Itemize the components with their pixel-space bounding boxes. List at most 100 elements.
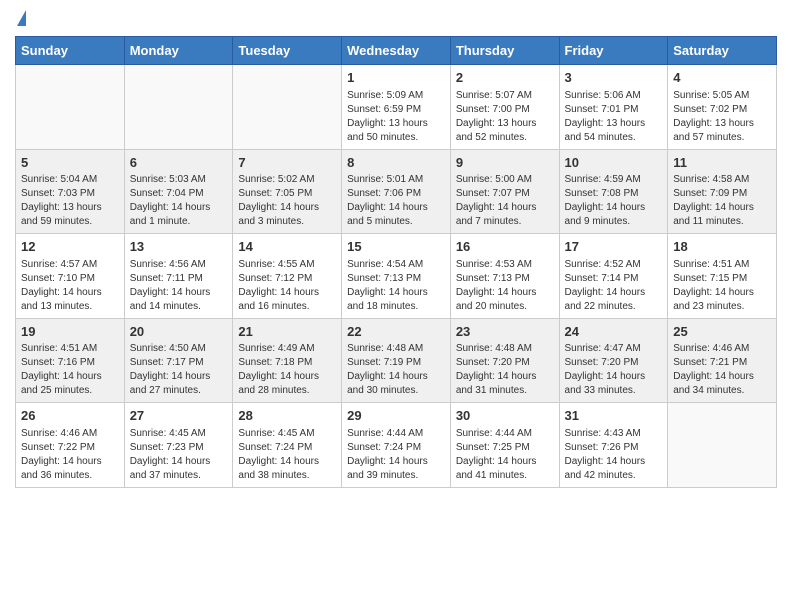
calendar-cell: 7Sunrise: 5:02 AM Sunset: 7:05 PM Daylig… bbox=[233, 149, 342, 234]
calendar-table: SundayMondayTuesdayWednesdayThursdayFrid… bbox=[15, 36, 777, 488]
calendar-cell: 14 Sunrise: 4:55 AM Sunset: 7:12 PM Dayli… bbox=[233, 234, 342, 319]
logo bbox=[15, 10, 26, 28]
calendar-cell: 28 Sunrise: 4:45 AM Sunset: 7:24 PM Dayli… bbox=[233, 403, 342, 488]
logo-triangle-icon bbox=[17, 10, 26, 26]
calendar-cell: 10Sunrise: 4:59 AM Sunset: 7:08 PM Dayli… bbox=[559, 149, 668, 234]
logo-line bbox=[15, 10, 26, 28]
day-number: 31 bbox=[565, 407, 663, 425]
day-number: 17 bbox=[565, 238, 663, 256]
day-number: 27 bbox=[130, 407, 228, 425]
day-info: Sunrise: 4:45 AM Sunset: 7:23 PM Dayligh… bbox=[130, 427, 228, 483]
calendar-cell: 16 Sunrise: 4:53 AM Sunset: 7:13 PM Dayli… bbox=[450, 234, 559, 319]
day-info: Sunrise: 4:44 AM Sunset: 7:24 PM Dayligh… bbox=[347, 427, 445, 483]
day-info: Sunrise: 5:02 AM Sunset: 7:05 PM Dayligh… bbox=[238, 173, 336, 229]
calendar-cell: 15 Sunrise: 4:54 AM Sunset: 7:13 PM Dayli… bbox=[342, 234, 451, 319]
day-info: Sunrise: 4:54 AM Sunset: 7:13 PM Dayligh… bbox=[347, 258, 445, 314]
calendar-cell: 3 Sunrise: 5:06 AM Sunset: 7:01 PM Daylig… bbox=[559, 65, 668, 150]
day-info: Sunrise: 5:05 AM Sunset: 7:02 PM Dayligh… bbox=[673, 89, 771, 145]
day-number: 29 bbox=[347, 407, 445, 425]
day-number: 20 bbox=[130, 323, 228, 341]
header bbox=[15, 10, 777, 28]
day-info: Sunrise: 4:56 AM Sunset: 7:11 PM Dayligh… bbox=[130, 258, 228, 314]
calendar-cell: 22Sunrise: 4:48 AM Sunset: 7:19 PM Dayli… bbox=[342, 318, 451, 403]
day-info: Sunrise: 4:51 AM Sunset: 7:15 PM Dayligh… bbox=[673, 258, 771, 314]
day-info: Sunrise: 4:51 AM Sunset: 7:16 PM Dayligh… bbox=[21, 342, 119, 398]
calendar-cell: 4 Sunrise: 5:05 AM Sunset: 7:02 PM Daylig… bbox=[668, 65, 777, 150]
day-info: Sunrise: 4:55 AM Sunset: 7:12 PM Dayligh… bbox=[238, 258, 336, 314]
day-info: Sunrise: 4:46 AM Sunset: 7:22 PM Dayligh… bbox=[21, 427, 119, 483]
day-info: Sunrise: 5:03 AM Sunset: 7:04 PM Dayligh… bbox=[130, 173, 228, 229]
calendar-header-saturday: Saturday bbox=[668, 37, 777, 65]
calendar-header-wednesday: Wednesday bbox=[342, 37, 451, 65]
day-info: Sunrise: 4:59 AM Sunset: 7:08 PM Dayligh… bbox=[565, 173, 663, 229]
calendar-header-sunday: Sunday bbox=[16, 37, 125, 65]
calendar-week-row: 19Sunrise: 4:51 AM Sunset: 7:16 PM Dayli… bbox=[16, 318, 777, 403]
day-number: 14 bbox=[238, 238, 336, 256]
day-info: Sunrise: 4:50 AM Sunset: 7:17 PM Dayligh… bbox=[130, 342, 228, 398]
calendar-header-row: SundayMondayTuesdayWednesdayThursdayFrid… bbox=[16, 37, 777, 65]
calendar-cell: 2Sunrise: 5:07 AM Sunset: 7:00 PM Daylig… bbox=[450, 65, 559, 150]
calendar-cell: 21Sunrise: 4:49 AM Sunset: 7:18 PM Dayli… bbox=[233, 318, 342, 403]
day-number: 4 bbox=[673, 69, 771, 87]
calendar-cell: 20Sunrise: 4:50 AM Sunset: 7:17 PM Dayli… bbox=[124, 318, 233, 403]
calendar-cell: 5Sunrise: 5:04 AM Sunset: 7:03 PM Daylig… bbox=[16, 149, 125, 234]
calendar-cell: 18 Sunrise: 4:51 AM Sunset: 7:15 PM Dayli… bbox=[668, 234, 777, 319]
day-info: Sunrise: 4:48 AM Sunset: 7:19 PM Dayligh… bbox=[347, 342, 445, 398]
day-number: 28 bbox=[238, 407, 336, 425]
day-number: 11 bbox=[673, 154, 771, 172]
calendar-cell: 27 Sunrise: 4:45 AM Sunset: 7:23 PM Dayli… bbox=[124, 403, 233, 488]
calendar-header-thursday: Thursday bbox=[450, 37, 559, 65]
day-info: Sunrise: 5:07 AM Sunset: 7:00 PM Dayligh… bbox=[456, 89, 554, 145]
day-info: Sunrise: 4:43 AM Sunset: 7:26 PM Dayligh… bbox=[565, 427, 663, 483]
calendar-cell: 1 Sunrise: 5:09 AM Sunset: 6:59 PM Daylig… bbox=[342, 65, 451, 150]
calendar-cell: 12Sunrise: 4:57 AM Sunset: 7:10 PM Dayli… bbox=[16, 234, 125, 319]
calendar-week-row: 5Sunrise: 5:04 AM Sunset: 7:03 PM Daylig… bbox=[16, 149, 777, 234]
calendar-cell: 23Sunrise: 4:48 AM Sunset: 7:20 PM Dayli… bbox=[450, 318, 559, 403]
calendar-week-row: 12Sunrise: 4:57 AM Sunset: 7:10 PM Dayli… bbox=[16, 234, 777, 319]
calendar-cell: 29 Sunrise: 4:44 AM Sunset: 7:24 PM Dayli… bbox=[342, 403, 451, 488]
day-number: 3 bbox=[565, 69, 663, 87]
day-info: Sunrise: 4:52 AM Sunset: 7:14 PM Dayligh… bbox=[565, 258, 663, 314]
day-number: 18 bbox=[673, 238, 771, 256]
day-info: Sunrise: 4:48 AM Sunset: 7:20 PM Dayligh… bbox=[456, 342, 554, 398]
day-info: Sunrise: 5:09 AM Sunset: 6:59 PM Dayligh… bbox=[347, 89, 445, 145]
calendar-cell bbox=[233, 65, 342, 150]
calendar-week-row: 26 Sunrise: 4:46 AM Sunset: 7:22 PM Dayli… bbox=[16, 403, 777, 488]
day-info: Sunrise: 5:00 AM Sunset: 7:07 PM Dayligh… bbox=[456, 173, 554, 229]
day-info: Sunrise: 4:53 AM Sunset: 7:13 PM Dayligh… bbox=[456, 258, 554, 314]
day-info: Sunrise: 4:57 AM Sunset: 7:10 PM Dayligh… bbox=[21, 258, 119, 314]
day-number: 6 bbox=[130, 154, 228, 172]
calendar-cell: 19Sunrise: 4:51 AM Sunset: 7:16 PM Dayli… bbox=[16, 318, 125, 403]
day-number: 7 bbox=[238, 154, 336, 172]
day-number: 9 bbox=[456, 154, 554, 172]
day-number: 19 bbox=[21, 323, 119, 341]
day-number: 22 bbox=[347, 323, 445, 341]
day-number: 24 bbox=[565, 323, 663, 341]
calendar-header-friday: Friday bbox=[559, 37, 668, 65]
calendar-cell: 30Sunrise: 4:44 AM Sunset: 7:25 PM Dayli… bbox=[450, 403, 559, 488]
calendar-cell: 24Sunrise: 4:47 AM Sunset: 7:20 PM Dayli… bbox=[559, 318, 668, 403]
calendar-cell: 6Sunrise: 5:03 AM Sunset: 7:04 PM Daylig… bbox=[124, 149, 233, 234]
calendar-cell: 9Sunrise: 5:00 AM Sunset: 7:07 PM Daylig… bbox=[450, 149, 559, 234]
day-number: 13 bbox=[130, 238, 228, 256]
day-info: Sunrise: 4:45 AM Sunset: 7:24 PM Dayligh… bbox=[238, 427, 336, 483]
day-number: 1 bbox=[347, 69, 445, 87]
day-number: 25 bbox=[673, 323, 771, 341]
day-number: 15 bbox=[347, 238, 445, 256]
day-number: 5 bbox=[21, 154, 119, 172]
calendar-cell bbox=[668, 403, 777, 488]
calendar-cell bbox=[124, 65, 233, 150]
day-number: 16 bbox=[456, 238, 554, 256]
calendar-cell: 26 Sunrise: 4:46 AM Sunset: 7:22 PM Dayli… bbox=[16, 403, 125, 488]
day-info: Sunrise: 5:06 AM Sunset: 7:01 PM Dayligh… bbox=[565, 89, 663, 145]
calendar-header-monday: Monday bbox=[124, 37, 233, 65]
day-info: Sunrise: 4:47 AM Sunset: 7:20 PM Dayligh… bbox=[565, 342, 663, 398]
calendar-cell: 17 Sunrise: 4:52 AM Sunset: 7:14 PM Dayli… bbox=[559, 234, 668, 319]
calendar-cell bbox=[16, 65, 125, 150]
day-info: Sunrise: 5:01 AM Sunset: 7:06 PM Dayligh… bbox=[347, 173, 445, 229]
calendar-cell: 31 Sunrise: 4:43 AM Sunset: 7:26 PM Dayli… bbox=[559, 403, 668, 488]
calendar-cell: 8Sunrise: 5:01 AM Sunset: 7:06 PM Daylig… bbox=[342, 149, 451, 234]
day-number: 26 bbox=[21, 407, 119, 425]
day-info: Sunrise: 5:04 AM Sunset: 7:03 PM Dayligh… bbox=[21, 173, 119, 229]
calendar-cell: 13 Sunrise: 4:56 AM Sunset: 7:11 PM Dayli… bbox=[124, 234, 233, 319]
